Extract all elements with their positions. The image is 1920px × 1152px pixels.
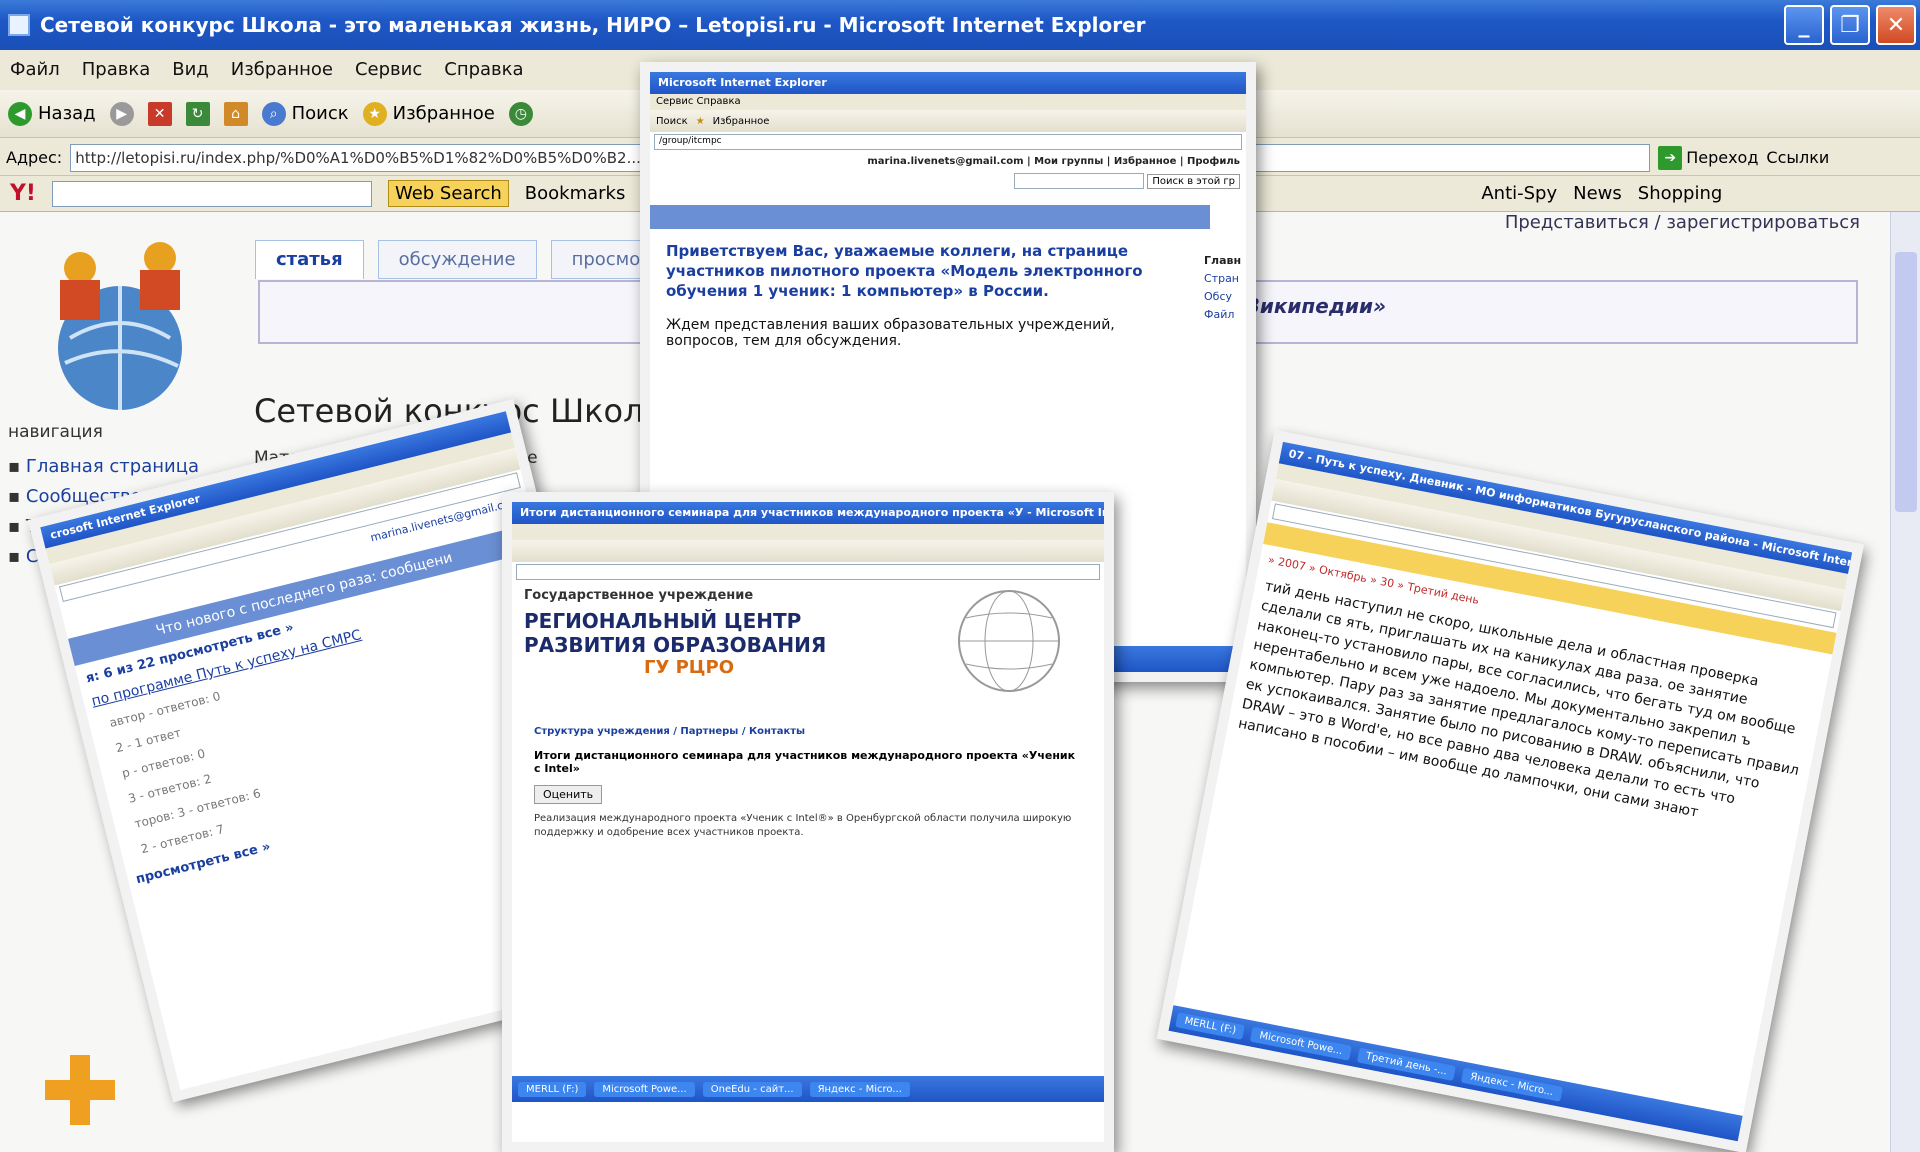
tab-article[interactable]: статья xyxy=(255,240,364,279)
card1-address: /group/itcmpc xyxy=(654,134,1242,150)
card1-favorites: Избранное xyxy=(712,115,770,127)
card1-search-box xyxy=(1014,173,1145,189)
back-label: Назад xyxy=(38,103,96,124)
card3-rate-row: Оценить xyxy=(512,779,1104,806)
card3-task-item: OneEdu - сайт... xyxy=(702,1081,802,1097)
go-arrow-icon: ➔ xyxy=(1658,145,1683,170)
yahoo-search-input[interactable] xyxy=(51,180,372,207)
links-label[interactable]: Ссылки xyxy=(1766,148,1829,167)
antispy-button[interactable]: Anti-Spy xyxy=(1481,183,1557,204)
menu-edit[interactable]: Правка xyxy=(82,59,151,80)
card1-menu: Сервис Справка xyxy=(650,94,1246,110)
card3-menu xyxy=(512,524,1104,540)
scroll-thumb[interactable] xyxy=(1895,252,1917,512)
letopisi-logo xyxy=(58,242,182,410)
back-button[interactable]: ◀ Назад xyxy=(8,101,96,126)
search-label: Поиск xyxy=(291,103,349,124)
card3-rate-button: Оценить xyxy=(534,785,603,804)
card3-address xyxy=(516,564,1100,580)
window-titlebar: Сетевой конкурс Школа - это маленькая жи… xyxy=(0,0,1920,50)
menu-tools[interactable]: Сервис xyxy=(355,59,422,80)
favorites-label: Избранное xyxy=(392,103,495,124)
card3-header: Государственное учреждение РЕГИОНАЛЬНЫЙ … xyxy=(512,582,1104,722)
history-icon[interactable]: ◷ xyxy=(508,101,533,126)
search-button[interactable]: ⌕ Поиск xyxy=(261,101,349,126)
yahoo-logo-icon[interactable]: Y! xyxy=(10,181,36,206)
news-button[interactable]: News xyxy=(1573,183,1622,204)
card4-task-item: MERLL (F:) xyxy=(1175,1011,1246,1040)
card4-task-item: Microsoft Powe... xyxy=(1250,1026,1352,1061)
forward-icon[interactable]: ▶ xyxy=(109,101,134,126)
maximize-button[interactable]: ❐ xyxy=(1830,5,1870,45)
menu-help[interactable]: Справка xyxy=(444,59,523,80)
go-button[interactable]: ➔ Переход xyxy=(1658,145,1759,170)
card4-task-item: Яндекс - Micro... xyxy=(1461,1067,1563,1102)
card1-side-link: Файл xyxy=(1204,308,1235,321)
card4-task-item: Третий день -... xyxy=(1356,1046,1457,1081)
card1-side-link: Главн xyxy=(1204,254,1242,267)
menu-file[interactable]: Файл xyxy=(10,59,60,80)
home-icon[interactable]: ⌂ xyxy=(223,101,248,126)
card1-wait-text: Ждем представления ваших образовательных… xyxy=(666,317,1115,349)
login-link[interactable]: Представиться / зарегистрироваться xyxy=(1505,212,1860,233)
card1-group-search: Поиск в этой гр xyxy=(650,171,1246,191)
card3-links: Структура учреждения / Партнеры / Контак… xyxy=(534,726,806,737)
screenshot-collage: { "window": { "title": "Сетевой конкурс … xyxy=(0,0,1920,1152)
menu-view[interactable]: Вид xyxy=(172,59,209,80)
card3-taskbar: MERLL (F:) Microsoft Powe... OneEdu - са… xyxy=(512,1076,1104,1102)
go-label: Переход xyxy=(1686,148,1759,167)
card3-titlebar: Итоги дистанционного семинара для участн… xyxy=(512,502,1104,524)
card3-heading: Итоги дистанционного семинара для участн… xyxy=(534,749,1076,775)
star-icon: ★ xyxy=(362,101,387,126)
card1-user-links: marina.livenets@gmail.com | Мои группы |… xyxy=(867,156,1240,167)
vertical-scrollbar[interactable] xyxy=(1890,212,1920,1152)
ie-icon xyxy=(8,14,30,36)
card1-search-group-button: Поиск в этой гр xyxy=(1147,174,1240,189)
favorites-button[interactable]: ★ Избранное xyxy=(362,101,495,126)
address-label: Адрес: xyxy=(6,148,63,167)
menu-favorites[interactable]: Избранное xyxy=(231,59,333,80)
nav-main-page[interactable]: Главная страница xyxy=(8,452,199,482)
card1-toolbar: Поиск ★ Избранное xyxy=(650,110,1246,132)
card3-task-item: Microsoft Powe... xyxy=(594,1081,695,1097)
refresh-icon[interactable]: ↻ xyxy=(185,101,210,126)
card1-side-link: Стран xyxy=(1204,272,1240,285)
minimize-button[interactable]: _ xyxy=(1784,5,1824,45)
card1-side-link: Обсу xyxy=(1204,290,1232,303)
window-title: Сетевой конкурс Школа - это маленькая жи… xyxy=(40,13,1146,37)
card3-body: Реализация международного проекта «Учени… xyxy=(534,813,1072,838)
page-tabs: статья обсуждение просмотр xyxy=(255,240,684,279)
web-search-button[interactable]: Web Search xyxy=(387,180,509,207)
card1-welcome-text: Приветствуем Вас, уважаемые коллеги, на … xyxy=(666,242,1143,300)
close-button[interactable]: ✕ xyxy=(1876,5,1916,45)
bookmarks-button[interactable]: Bookmarks xyxy=(525,183,626,204)
card1-search: Поиск xyxy=(656,115,688,127)
screenshot-card-diary: 07 - Путь к успеху. Дневник - МО информа… xyxy=(1156,430,1864,1152)
card1-star-icon: ★ xyxy=(695,115,705,127)
card1-banner xyxy=(650,205,1210,229)
shopping-button[interactable]: Shopping xyxy=(1638,183,1723,204)
card1-side-links: Главн Стран Обсу Файл xyxy=(1204,252,1246,324)
card1-titlebar: Microsoft Internet Explorer xyxy=(650,72,1246,94)
card3-task-item: MERLL (F:) xyxy=(518,1081,587,1097)
globe-icon xyxy=(958,590,1060,692)
back-arrow-icon: ◀ xyxy=(8,101,32,126)
search-icon: ⌕ xyxy=(261,101,286,126)
screenshot-card-rcro: Итоги дистанционного семинара для участн… xyxy=(502,492,1114,1152)
card3-toolbar xyxy=(512,540,1104,562)
card3-task-item: Яндекс - Micro... xyxy=(809,1081,910,1097)
nav-heading: навигация xyxy=(8,422,103,442)
tab-discussion[interactable]: обсуждение xyxy=(377,240,537,279)
komilfo-logo xyxy=(45,1055,115,1125)
stop-icon[interactable]: ✕ xyxy=(147,101,172,126)
